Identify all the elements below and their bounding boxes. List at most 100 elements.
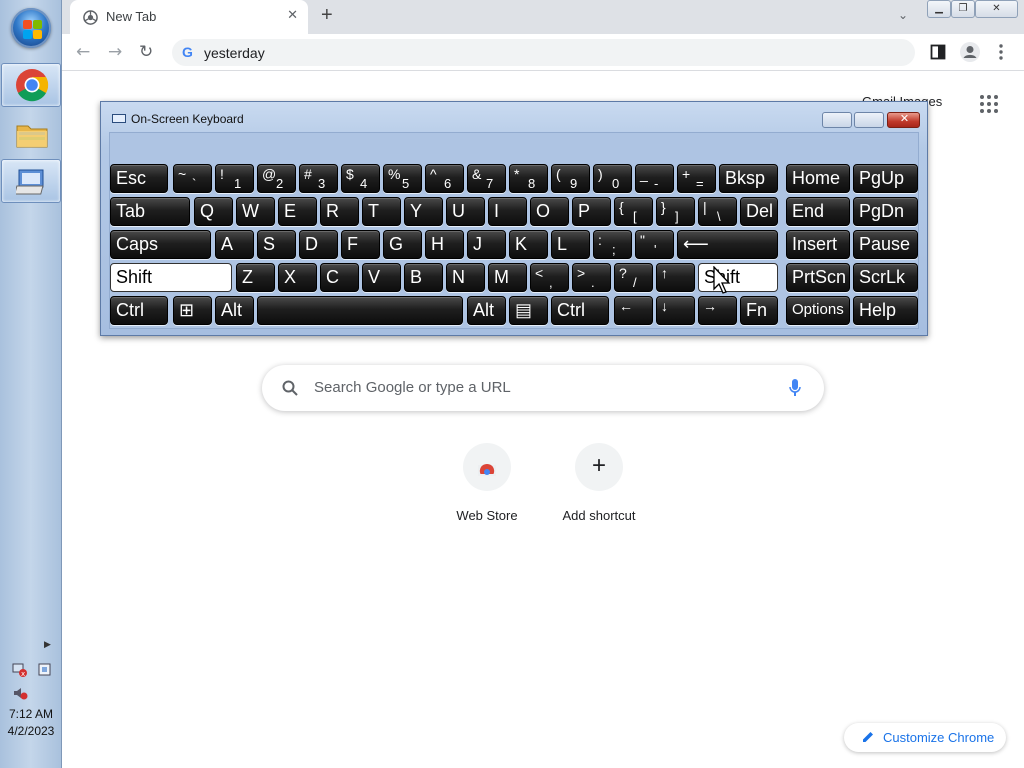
key-space[interactable] — [257, 296, 463, 325]
key-symbol[interactable]: " ' — [635, 230, 674, 259]
key-symbol[interactable]: ↑ — [656, 263, 695, 292]
key-symbol[interactable]: (9 — [551, 164, 590, 193]
key-shift[interactable]: Shift — [110, 263, 232, 292]
key-fn[interactable]: Fn — [740, 296, 778, 325]
key-symbol[interactable]: ⟵ — [677, 230, 778, 259]
minimize-button[interactable]: ▁ — [927, 0, 951, 18]
key-t[interactable]: T — [362, 197, 401, 226]
key-o[interactable]: O — [530, 197, 569, 226]
key-symbol[interactable]: ! 1 — [215, 164, 254, 193]
key-bksp[interactable]: Bksp — [719, 164, 778, 193]
key-end[interactable]: End — [786, 197, 850, 226]
key-pgdn[interactable]: PgDn — [853, 197, 918, 226]
taskbar-chrome-button[interactable] — [1, 63, 61, 107]
close-window-button[interactable]: ✕ — [975, 0, 1018, 18]
chrome-menu-icon[interactable] — [998, 43, 1004, 61]
key-symbol[interactable]: $4 — [341, 164, 380, 193]
key-symbol[interactable]: ← — [614, 296, 653, 325]
key-b[interactable]: B — [404, 263, 443, 292]
key-d[interactable]: D — [299, 230, 338, 259]
volume-muted-icon[interactable] — [12, 685, 28, 701]
key-symbol[interactable]: @2 — [257, 164, 296, 193]
key-symbol[interactable]: ⊞ — [173, 296, 212, 325]
key-symbol[interactable]: % 5 — [383, 164, 422, 193]
osk-restore-button[interactable] — [854, 112, 884, 128]
key-symbol[interactable]: _ - — [635, 164, 674, 193]
taskbar-osk-button[interactable] — [1, 159, 61, 203]
key-z[interactable]: Z — [236, 263, 275, 292]
key-r[interactable]: R — [320, 197, 359, 226]
key-symbol[interactable]: >. — [572, 263, 611, 292]
key-symbol[interactable]: → — [698, 296, 737, 325]
key-m[interactable]: M — [488, 263, 527, 292]
key-shift[interactable]: Shift — [698, 263, 778, 292]
key-c[interactable]: C — [320, 263, 359, 292]
restore-button[interactable]: ❐ — [951, 0, 975, 18]
customize-chrome-button[interactable]: Customize Chrome — [844, 723, 1006, 752]
clock-date[interactable]: 4/2/2023 — [0, 724, 62, 738]
key-del[interactable]: Del — [740, 197, 778, 226]
key-pgup[interactable]: PgUp — [853, 164, 918, 193]
tab-search-chevron-icon[interactable]: ⌄ — [898, 8, 908, 22]
key-symbol[interactable]: ↓ — [656, 296, 695, 325]
key-symbol[interactable]: | \ — [698, 197, 737, 226]
key-symbol[interactable]: + = — [677, 164, 716, 193]
key-symbol[interactable]: ~ ` — [173, 164, 212, 193]
key-l[interactable]: L — [551, 230, 590, 259]
start-button[interactable] — [11, 8, 51, 48]
key-symbol[interactable]: #3 — [299, 164, 338, 193]
key-symbol[interactable]: & 7 — [467, 164, 506, 193]
key-p[interactable]: P — [572, 197, 611, 226]
key-caps[interactable]: Caps — [110, 230, 211, 259]
key-g[interactable]: G — [383, 230, 422, 259]
taskbar-explorer-button[interactable] — [1, 113, 61, 157]
voice-search-icon[interactable] — [788, 378, 802, 398]
key-i[interactable]: I — [488, 197, 527, 226]
back-button[interactable]: ← — [76, 42, 90, 62]
shortcut-web-store[interactable]: Web Store — [431, 443, 543, 523]
key-symbol[interactable]: :; — [593, 230, 632, 259]
address-bar-value[interactable]: yesterday — [204, 45, 265, 61]
key-symbol[interactable]: {[ — [614, 197, 653, 226]
key-e[interactable]: E — [278, 197, 317, 226]
key-options[interactable]: Options — [786, 296, 850, 325]
key-symbol[interactable]: ? / — [614, 263, 653, 292]
action-center-icon[interactable] — [37, 662, 53, 678]
google-apps-icon[interactable] — [980, 95, 998, 113]
key-x[interactable]: X — [278, 263, 317, 292]
key-ctrl[interactable]: Ctrl — [551, 296, 609, 325]
side-panel-icon[interactable] — [930, 44, 946, 60]
key-a[interactable]: A — [215, 230, 254, 259]
key-symbol[interactable]: ) 0 — [593, 164, 632, 193]
key-symbol[interactable]: }] — [656, 197, 695, 226]
key-alt[interactable]: Alt — [467, 296, 506, 325]
address-bar[interactable]: G yesterday — [172, 39, 915, 66]
new-tab-button[interactable]: + — [321, 4, 333, 27]
key-alt[interactable]: Alt — [215, 296, 254, 325]
tab-new-tab[interactable]: New Tab ✕ — [70, 0, 308, 34]
key-f[interactable]: F — [341, 230, 380, 259]
tab-close-icon[interactable]: ✕ — [287, 8, 298, 23]
show-hidden-icons[interactable]: ▶ — [44, 640, 51, 650]
key-n[interactable]: N — [446, 263, 485, 292]
key-symbol[interactable]: ▤ — [509, 296, 548, 325]
clock-time[interactable]: 7:12 AM — [0, 707, 62, 721]
key-h[interactable]: H — [425, 230, 464, 259]
key-j[interactable]: J — [467, 230, 506, 259]
key-tab[interactable]: Tab — [110, 197, 190, 226]
network-error-icon[interactable]: x — [12, 662, 28, 678]
osk-close-button[interactable]: ✕ — [887, 112, 920, 128]
key-home[interactable]: Home — [786, 164, 850, 193]
key-v[interactable]: V — [362, 263, 401, 292]
key-scrlk[interactable]: ScrLk — [853, 263, 918, 292]
key-esc[interactable]: Esc — [110, 164, 168, 193]
osk-minimize-button[interactable] — [822, 112, 852, 128]
profile-avatar-icon[interactable] — [959, 41, 981, 63]
shortcut-add[interactable]: + Add shortcut — [543, 443, 655, 523]
key-u[interactable]: U — [446, 197, 485, 226]
key-k[interactable]: K — [509, 230, 548, 259]
key-q[interactable]: Q — [194, 197, 233, 226]
forward-button[interactable]: → — [108, 42, 122, 62]
key-s[interactable]: S — [257, 230, 296, 259]
key-y[interactable]: Y — [404, 197, 443, 226]
